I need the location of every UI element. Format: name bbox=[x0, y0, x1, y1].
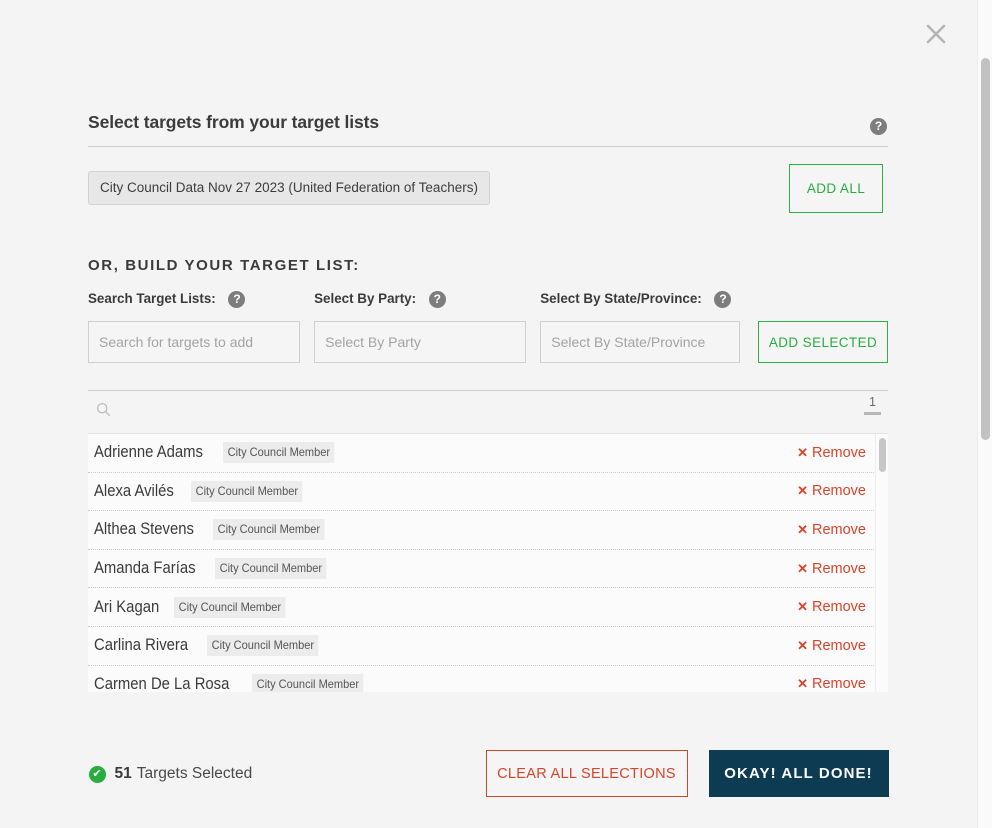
list-toolbar: 1 bbox=[88, 391, 888, 433]
target-list-scrollbar-thumb[interactable] bbox=[879, 438, 886, 472]
remove-icon: ✕ bbox=[797, 560, 808, 576]
selected-count: ✔ 51 Targets Selected bbox=[88, 765, 253, 783]
close-icon bbox=[926, 24, 946, 44]
table-row[interactable]: Althea Stevens City Council Member ✕ Rem… bbox=[88, 511, 888, 550]
pagination-page-number: 1 bbox=[869, 395, 876, 409]
remove-icon: ✕ bbox=[797, 521, 808, 537]
target-name: Carmen De La Rosa bbox=[94, 674, 230, 692]
target-name: Adrienne Adams bbox=[94, 443, 203, 462]
target-list-chip-row: City Council Data Nov 27 2023 (United Fe… bbox=[88, 164, 888, 223]
pagination-page-1[interactable]: 1 bbox=[864, 395, 881, 415]
search-target-lists-help-icon[interactable]: ? bbox=[228, 291, 246, 308]
remove-icon: ✕ bbox=[797, 676, 808, 692]
remove-button[interactable]: ✕ Remove bbox=[797, 522, 866, 538]
target-name: Alexa Avilés bbox=[94, 481, 174, 500]
target-list-chip[interactable]: City Council Data Nov 27 2023 (United Fe… bbox=[88, 171, 490, 205]
target-role-badge: City Council Member bbox=[214, 558, 327, 580]
remove-label: Remove bbox=[812, 444, 866, 461]
table-row[interactable]: Carlina Rivera City Council Member ✕ Rem… bbox=[88, 627, 888, 666]
target-name: Carlina Rivera bbox=[94, 636, 189, 655]
field-select-by-state: Select By State/Province: ? bbox=[540, 291, 740, 363]
table-row[interactable]: Ari Kagan City Council Member ✕ Remove bbox=[88, 588, 888, 627]
check-circle-icon: ✔ bbox=[88, 765, 106, 783]
page-title: Select targets from your target lists bbox=[88, 112, 379, 132]
add-all-button[interactable]: ADD ALL bbox=[789, 164, 883, 213]
add-selected-button[interactable]: ADD SELECTED bbox=[757, 321, 888, 363]
modal-content: Select targets from your target lists ? … bbox=[88, 0, 888, 692]
remove-icon: ✕ bbox=[797, 444, 808, 460]
selected-count-number: 51 bbox=[114, 765, 132, 782]
field-label-text: Search Target Lists: bbox=[88, 291, 216, 307]
field-search-target-lists: Search Target Lists: ? bbox=[88, 291, 301, 363]
section-help-icon[interactable]: ? bbox=[870, 118, 887, 135]
field-label-text: Select By State/Province: bbox=[540, 291, 702, 307]
remove-label: Remove bbox=[812, 637, 866, 654]
build-list-title: OR, BUILD YOUR TARGET LIST: bbox=[88, 257, 360, 274]
select-by-state-help-icon[interactable]: ? bbox=[714, 291, 732, 308]
modal-overlay: Select targets from your target lists ? … bbox=[0, 0, 992, 828]
remove-icon: ✕ bbox=[797, 637, 808, 653]
remove-button[interactable]: ✕ Remove bbox=[797, 676, 866, 692]
field-label: Select By State/Province: ? bbox=[540, 291, 740, 309]
remove-button[interactable]: ✕ Remove bbox=[797, 483, 866, 499]
remove-label: Remove bbox=[812, 521, 866, 538]
target-name: Ari Kagan bbox=[94, 597, 160, 616]
field-select-by-party: Select By Party: ? bbox=[314, 291, 527, 363]
target-role-badge: City Council Member bbox=[252, 673, 365, 692]
page-scrollbar[interactable] bbox=[977, 0, 992, 828]
target-role-badge: City Council Member bbox=[190, 480, 303, 502]
okay-all-done-button[interactable]: OKAY! ALL DONE! bbox=[708, 750, 889, 797]
pagination-active-underline bbox=[864, 412, 881, 415]
select-by-party-input[interactable] bbox=[314, 321, 527, 363]
modal-footer: ✔ 51 Targets Selected CLEAR ALL SELECTIO… bbox=[0, 722, 977, 828]
target-name: Amanda Farías bbox=[94, 559, 196, 578]
select-by-party-help-icon[interactable]: ? bbox=[428, 291, 446, 308]
field-label: Search Target Lists: ? bbox=[88, 291, 300, 309]
target-list-scrollbar[interactable] bbox=[875, 434, 888, 692]
remove-label: Remove bbox=[812, 676, 866, 692]
target-name: Althea Stevens bbox=[94, 520, 194, 539]
table-row[interactable]: Carmen De La Rosa City Council Member ✕ … bbox=[88, 666, 888, 692]
table-row[interactable]: Alexa Avilés City Council Member ✕ Remov… bbox=[88, 473, 888, 512]
search-icon[interactable] bbox=[96, 402, 111, 422]
target-role-badge: City Council Member bbox=[206, 635, 319, 657]
table-row[interactable]: Amanda Farías City Council Member ✕ Remo… bbox=[88, 550, 888, 589]
remove-button[interactable]: ✕ Remove bbox=[797, 561, 866, 577]
selected-count-label: Targets Selected bbox=[136, 765, 253, 782]
field-label-text: Select By Party: bbox=[314, 291, 417, 307]
build-list-fields: Search Target Lists: ? Select By Party: … bbox=[88, 291, 888, 363]
search-target-lists-input[interactable] bbox=[88, 321, 301, 363]
remove-button[interactable]: ✕ Remove bbox=[797, 445, 866, 461]
target-role-badge: City Council Member bbox=[223, 442, 335, 464]
footer-inner: ✔ 51 Targets Selected CLEAR ALL SELECTIO… bbox=[88, 722, 889, 828]
table-row[interactable]: Adrienne Adams City Council Member ✕ Rem… bbox=[88, 434, 888, 473]
remove-label: Remove bbox=[812, 560, 866, 577]
target-list: Adrienne Adams City Council Member ✕ Rem… bbox=[88, 433, 888, 692]
target-role-badge: City Council Member bbox=[213, 519, 325, 541]
remove-label: Remove bbox=[812, 599, 866, 616]
remove-button[interactable]: ✕ Remove bbox=[797, 599, 866, 615]
remove-icon: ✕ bbox=[797, 483, 808, 499]
remove-icon: ✕ bbox=[797, 599, 808, 615]
remove-button[interactable]: ✕ Remove bbox=[797, 638, 866, 654]
remove-label: Remove bbox=[812, 483, 866, 500]
field-label: Select By Party: ? bbox=[314, 291, 526, 309]
page-scrollbar-thumb[interactable] bbox=[981, 58, 990, 440]
select-by-state-input[interactable] bbox=[540, 321, 740, 363]
header-divider bbox=[88, 146, 888, 147]
close-button[interactable] bbox=[918, 16, 954, 52]
target-role-badge: City Council Member bbox=[174, 596, 287, 618]
clear-all-selections-button[interactable]: CLEAR ALL SELECTIONS bbox=[485, 750, 688, 797]
